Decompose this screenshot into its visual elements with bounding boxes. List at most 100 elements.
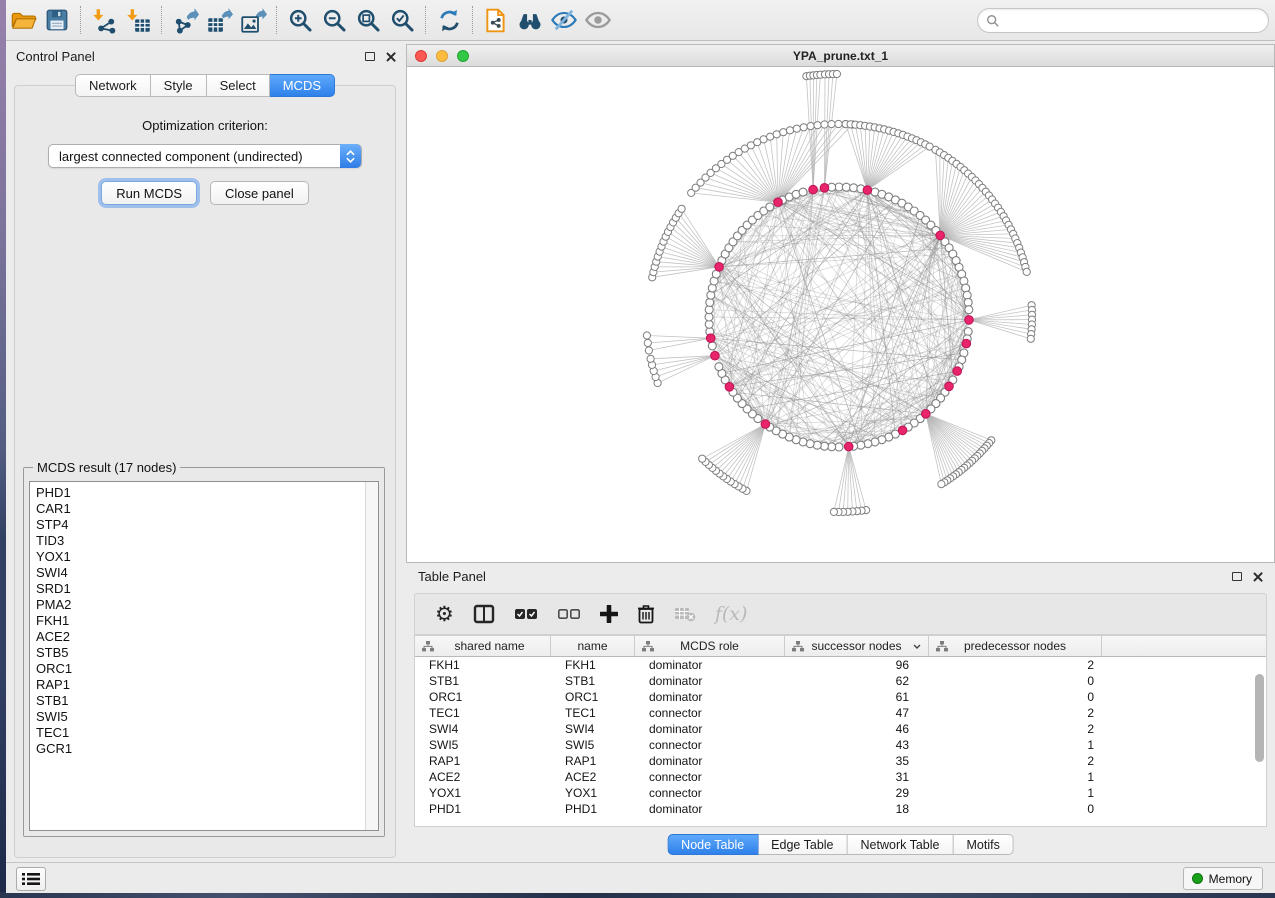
table-row[interactable]: ACE2 ACE2 connector 31 1	[415, 769, 1266, 785]
criterion-dropdown[interactable]: largest connected component (undirected)	[48, 144, 362, 168]
tab-node-table[interactable]: Node Table	[667, 834, 758, 855]
zoom-out-icon[interactable]	[317, 3, 351, 37]
table-panel: Table Panel ⚙	[406, 563, 1275, 862]
list-scrollbar[interactable]	[365, 482, 378, 830]
list-item[interactable]: YOX1	[36, 549, 378, 565]
toolbar-separator	[425, 6, 426, 34]
list-item[interactable]: CAR1	[36, 501, 378, 517]
zoom-fit-icon[interactable]	[351, 3, 385, 37]
control-panel-titlebar: Control Panel	[8, 44, 404, 68]
export-network-icon[interactable]	[168, 3, 202, 37]
table-row[interactable]: SWI4 SWI4 dominator 46 2	[415, 721, 1266, 737]
search-icon	[986, 14, 1000, 28]
table-row[interactable]: ORC1 ORC1 dominator 61 0	[415, 689, 1266, 705]
search-network-icon[interactable]	[513, 3, 547, 37]
tab-style[interactable]: Style	[151, 74, 207, 97]
show-all-eye-icon[interactable]	[581, 3, 615, 37]
search-input[interactable]	[1000, 11, 1268, 31]
tab-network[interactable]: Network	[75, 74, 151, 97]
scrollbar-thumb[interactable]	[1255, 674, 1264, 762]
mcds-result-list[interactable]: PHD1 CAR1 STP4 TID3 YOX1 SWI4 SRD1 PMA2 …	[29, 481, 379, 831]
dropdown-stepper-icon[interactable]	[340, 144, 361, 168]
table-header-row: shared name name MCDS role successor nod…	[415, 636, 1266, 657]
open-folder-icon[interactable]	[6, 3, 40, 37]
table-row[interactable]: FKH1 FKH1 dominator 96 2	[415, 657, 1266, 673]
list-item[interactable]: ACE2	[36, 629, 378, 645]
refresh-layout-icon[interactable]	[432, 3, 466, 37]
table-row[interactable]: SWI5 SWI5 connector 43 1	[415, 737, 1266, 753]
column-header-shared-name[interactable]: shared name	[415, 636, 551, 656]
save-icon[interactable]	[40, 3, 74, 37]
table-row[interactable]: TEC1 TEC1 connector 47 2	[415, 705, 1266, 721]
list-item[interactable]: STP4	[36, 517, 378, 533]
show-columns-icon[interactable]	[473, 604, 495, 624]
delete-table-icon	[674, 606, 696, 622]
sort-descending-icon	[913, 644, 921, 649]
list-item[interactable]: RAP1	[36, 677, 378, 693]
export-image-icon[interactable]	[236, 3, 270, 37]
close-panel-icon[interactable]	[385, 51, 396, 62]
tab-select[interactable]: Select	[207, 74, 270, 97]
share-document-icon[interactable]	[479, 3, 513, 37]
toolbar-separator	[276, 6, 277, 34]
tab-network-table[interactable]: Network Table	[848, 834, 954, 855]
list-item[interactable]: PHD1	[36, 485, 378, 501]
criterion-selected-value: largest connected component (undirected)	[59, 149, 303, 164]
float-panel-icon[interactable]	[365, 52, 375, 61]
task-history-button[interactable]	[16, 867, 46, 891]
maximize-window-icon[interactable]	[457, 50, 469, 62]
table-scrollbar[interactable]	[1254, 666, 1265, 826]
attribute-tree-icon	[422, 641, 434, 652]
table-row[interactable]: YOX1 YOX1 connector 29 1	[415, 785, 1266, 801]
column-header-successor-nodes[interactable]: successor nodes	[785, 636, 929, 656]
list-item[interactable]: TEC1	[36, 725, 378, 741]
run-mcds-button[interactable]: Run MCDS	[101, 181, 197, 205]
tab-motifs[interactable]: Motifs	[953, 834, 1013, 855]
export-table-icon[interactable]	[202, 3, 236, 37]
tab-mcds[interactable]: MCDS	[270, 74, 335, 97]
minimize-window-icon[interactable]	[436, 50, 448, 62]
table-toolbar: ⚙ f(x)	[414, 593, 1267, 635]
list-item[interactable]: SRD1	[36, 581, 378, 597]
table-settings-gear-icon[interactable]: ⚙	[435, 604, 454, 625]
delete-column-trash-icon[interactable]	[637, 604, 655, 624]
memory-button[interactable]: Memory	[1183, 867, 1263, 890]
list-item[interactable]: GCR1	[36, 741, 378, 757]
application-window: Control Panel Network Style Select MCDS …	[6, 0, 1275, 893]
column-header-name[interactable]: name	[551, 636, 635, 656]
list-item[interactable]: FKH1	[36, 613, 378, 629]
hide-selected-eye-icon[interactable]	[547, 3, 581, 37]
table-row[interactable]: RAP1 RAP1 dominator 35 2	[415, 753, 1266, 769]
list-item[interactable]: TID3	[36, 533, 378, 549]
network-titlebar[interactable]: YPA_prune.txt_1	[407, 45, 1274, 67]
unselect-all-columns-icon[interactable]	[557, 608, 581, 620]
column-header-predecessor-nodes[interactable]: predecessor nodes	[929, 636, 1102, 656]
zoom-selected-icon[interactable]	[385, 3, 419, 37]
create-column-plus-icon[interactable]	[600, 605, 618, 623]
memory-label: Memory	[1209, 872, 1252, 886]
close-panel-icon[interactable]	[1252, 571, 1263, 582]
status-bar: Memory	[6, 862, 1275, 893]
zoom-in-icon[interactable]	[283, 3, 317, 37]
list-item[interactable]: SWI5	[36, 709, 378, 725]
network-graph[interactable]	[407, 67, 1274, 562]
tab-edge-table[interactable]: Edge Table	[758, 834, 847, 855]
list-item[interactable]: SWI4	[36, 565, 378, 581]
list-item[interactable]: STB5	[36, 645, 378, 661]
table-row[interactable]: STB1 STB1 dominator 62 0	[415, 673, 1266, 689]
list-item[interactable]: ORC1	[36, 661, 378, 677]
column-header-filler	[1102, 636, 1266, 656]
import-table-icon[interactable]	[121, 3, 155, 37]
close-window-icon[interactable]	[415, 50, 427, 62]
import-network-icon[interactable]	[87, 3, 121, 37]
column-header-mcds-role[interactable]: MCDS role	[635, 636, 785, 656]
float-panel-icon[interactable]	[1232, 572, 1242, 581]
list-item[interactable]: PMA2	[36, 597, 378, 613]
list-item[interactable]: STB1	[36, 693, 378, 709]
table-panel-titlebar: Table Panel	[406, 563, 1275, 589]
table-row[interactable]: PHD1 PHD1 dominator 18 0	[415, 801, 1266, 817]
network-canvas[interactable]	[407, 67, 1274, 562]
control-panel-title: Control Panel	[16, 49, 95, 64]
select-all-columns-icon[interactable]	[514, 608, 538, 620]
close-panel-button[interactable]: Close panel	[210, 181, 309, 205]
